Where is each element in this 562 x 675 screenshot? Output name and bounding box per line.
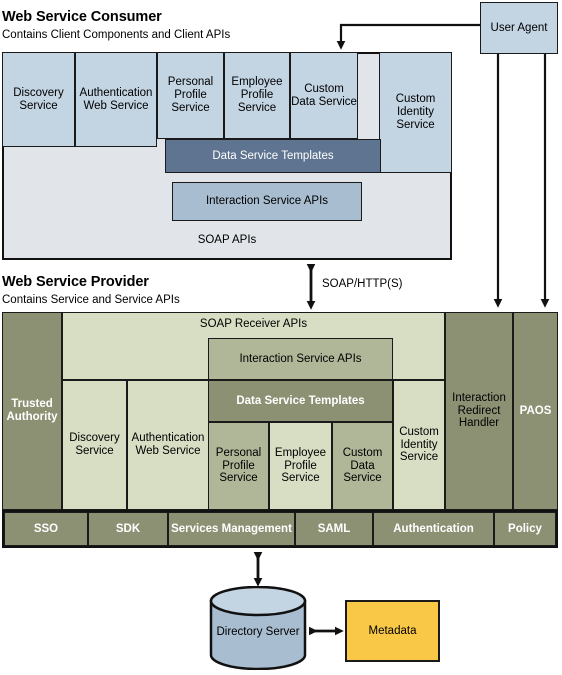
provider-service-employee-profile[interactable]: Employee Profile Service bbox=[269, 422, 332, 510]
user-agent-box[interactable]: User Agent bbox=[480, 2, 558, 54]
consumer-service-authentication-web[interactable]: Authentication Web Service bbox=[75, 52, 157, 147]
footer-item-label: SSO bbox=[33, 522, 59, 535]
provider-trusted-authority-label: Trusted Authority bbox=[6, 398, 58, 423]
footer-item-sdk[interactable]: SDK bbox=[88, 512, 168, 546]
footer-item-label: Services Management bbox=[171, 522, 292, 535]
consumer-soap-apis: SOAP APIs bbox=[2, 230, 452, 250]
provider-data-service-templates-label: Data Service Templates bbox=[236, 394, 365, 407]
consumer-title: Web Service Consumer bbox=[2, 9, 162, 25]
provider-paos[interactable]: PAOS bbox=[513, 312, 558, 510]
provider-interaction-service-apis-label: Interaction Service APIs bbox=[239, 352, 362, 365]
footer-item-label: Authentication bbox=[393, 522, 474, 535]
provider-service-label: Personal Profile Service bbox=[215, 446, 262, 485]
provider-trusted-authority[interactable]: Trusted Authority bbox=[2, 312, 62, 510]
provider-service-label: Custom Identity Service bbox=[399, 425, 439, 464]
metadata-label: Metadata bbox=[368, 624, 417, 637]
provider-data-service-templates[interactable]: Data Service Templates bbox=[208, 380, 393, 422]
directory-server-cylinder[interactable]: Directory Server bbox=[209, 585, 307, 671]
consumer-service-label: Discovery Service bbox=[13, 86, 64, 112]
provider-soap-receiver-apis-label: SOAP Receiver APIs bbox=[199, 318, 308, 330]
consumer-service-custom-data[interactable]: Custom Data Service bbox=[290, 52, 358, 139]
footer-item-saml[interactable]: SAML bbox=[295, 512, 373, 546]
consumer-subtitle: Contains Client Components and Client AP… bbox=[2, 29, 231, 41]
consumer-service-custom-identity[interactable]: Custom Identity Service bbox=[379, 52, 452, 173]
consumer-service-label: Custom Identity Service bbox=[395, 93, 436, 131]
soap-http-label: SOAP/HTTP(S) bbox=[322, 278, 403, 290]
provider-service-label: Discovery Service bbox=[69, 432, 120, 457]
footer-item-services-management[interactable]: Services Management bbox=[168, 512, 295, 546]
consumer-service-label: Employee Profile Service bbox=[231, 76, 283, 114]
consumer-service-label: Personal Profile Service bbox=[167, 76, 214, 114]
consumer-data-service-templates-label: Data Service Templates bbox=[212, 149, 334, 162]
consumer-service-label: Custom Data Service bbox=[291, 82, 357, 108]
provider-service-personal-profile[interactable]: Personal Profile Service bbox=[208, 422, 269, 510]
provider-service-discovery[interactable]: Discovery Service bbox=[62, 380, 127, 510]
provider-service-label: Employee Profile Service bbox=[274, 446, 327, 485]
provider-subtitle: Contains Service and Service APIs bbox=[2, 294, 180, 306]
provider-service-custom-data[interactable]: Custom Data Service bbox=[332, 422, 393, 510]
consumer-service-personal-profile[interactable]: Personal Profile Service bbox=[157, 52, 224, 139]
metadata-box[interactable]: Metadata bbox=[345, 600, 440, 662]
provider-service-label: Custom Data Service bbox=[342, 446, 383, 485]
consumer-service-employee-profile[interactable]: Employee Profile Service bbox=[224, 52, 290, 139]
provider-service-label: Authentication Web Service bbox=[131, 432, 205, 457]
consumer-data-service-templates[interactable]: Data Service Templates bbox=[165, 139, 381, 173]
provider-interaction-redirect-handler-label: Interaction Redirect Handler bbox=[452, 391, 506, 430]
footer-item-sso[interactable]: SSO bbox=[4, 512, 88, 546]
diagram-canvas: Web Service Consumer Contains Client Com… bbox=[0, 0, 562, 673]
provider-interaction-redirect-handler[interactable]: Interaction Redirect Handler bbox=[445, 312, 513, 510]
footer-item-label: Policy bbox=[508, 522, 542, 535]
consumer-interaction-service-apis[interactable]: Interaction Service APIs bbox=[172, 182, 362, 221]
consumer-interaction-service-apis-label: Interaction Service APIs bbox=[205, 195, 329, 208]
directory-server-label: Directory Server bbox=[216, 626, 300, 638]
consumer-service-discovery[interactable]: Discovery Service bbox=[2, 52, 75, 147]
consumer-soap-apis-label: SOAP APIs bbox=[197, 234, 257, 246]
footer-item-label: SAML bbox=[317, 522, 351, 535]
provider-service-authentication-web[interactable]: Authentication Web Service bbox=[127, 380, 209, 510]
arrow-user-agent-to-consumer bbox=[336, 23, 480, 50]
footer-item-authentication[interactable]: Authentication bbox=[373, 512, 494, 546]
provider-interaction-service-apis[interactable]: Interaction Service APIs bbox=[208, 338, 393, 380]
provider-service-custom-identity[interactable]: Custom Identity Service bbox=[393, 380, 445, 510]
provider-title: Web Service Provider bbox=[2, 274, 149, 290]
user-agent-label: User Agent bbox=[490, 21, 548, 34]
footer-item-label: SDK bbox=[115, 522, 141, 535]
consumer-service-label: Authentication Web Service bbox=[79, 86, 153, 112]
provider-paos-label: PAOS bbox=[519, 404, 552, 417]
footer-item-policy[interactable]: Policy bbox=[494, 512, 556, 546]
